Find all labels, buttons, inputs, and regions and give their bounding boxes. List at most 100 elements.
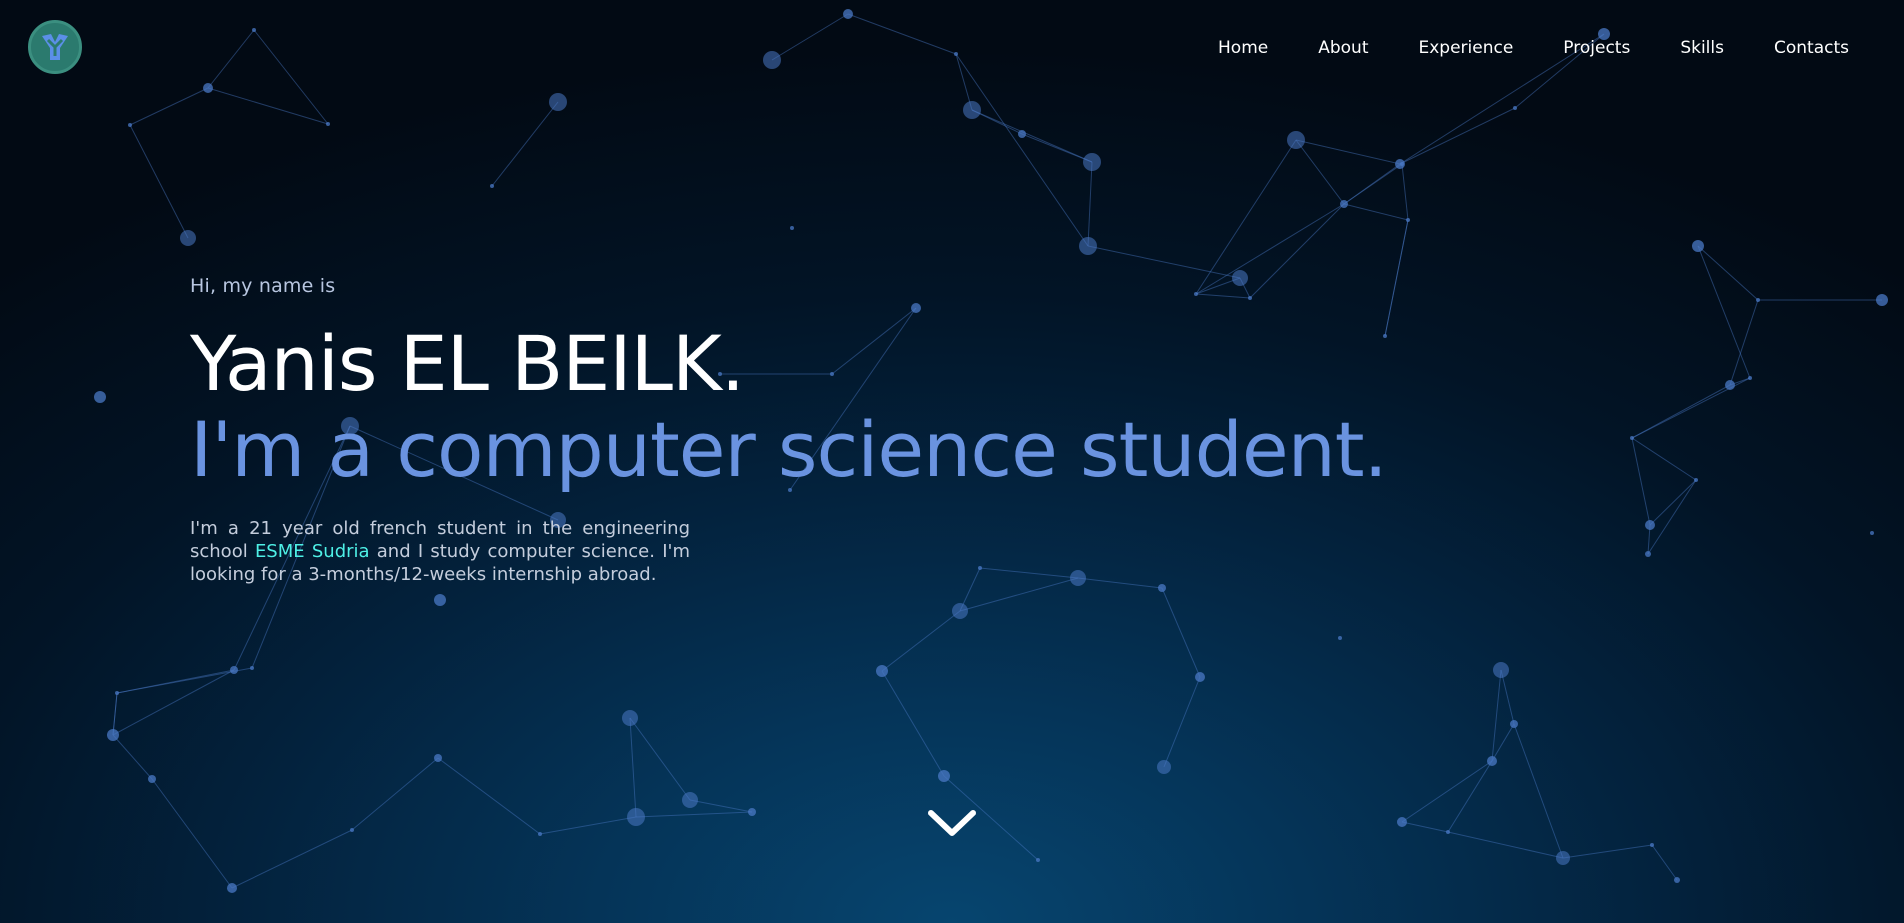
network-node: [434, 754, 442, 762]
network-link: [635, 811, 753, 818]
network-node: [350, 828, 354, 832]
network-link: [689, 799, 753, 813]
nav-experience[interactable]: Experience: [1418, 38, 1513, 58]
network-node: [952, 603, 968, 619]
network-link: [771, 13, 849, 61]
network-node: [1513, 106, 1517, 110]
nav-home[interactable]: Home: [1218, 38, 1268, 58]
network-node: [252, 28, 256, 32]
network-link: [1647, 479, 1697, 555]
network-link: [1343, 163, 1403, 205]
network-node: [1400, 162, 1404, 166]
network-link: [881, 670, 945, 777]
network-link: [1087, 161, 1093, 247]
nav-skills[interactable]: Skills: [1680, 38, 1724, 58]
network-link: [112, 669, 235, 736]
network-link: [847, 13, 957, 55]
hero-greeting: Hi, my name is: [190, 275, 336, 297]
network-link: [1401, 760, 1493, 823]
network-node: [1630, 436, 1634, 440]
network-link: [1447, 831, 1564, 859]
network-node: [1645, 520, 1655, 530]
network-node: [622, 710, 638, 726]
network-link: [151, 778, 233, 889]
network-node: [1493, 662, 1509, 678]
network-link: [1651, 844, 1678, 881]
network-link: [112, 692, 118, 736]
scroll-down-button[interactable]: [926, 806, 978, 840]
hero-section: Hi, my name is Yanis EL BEILK. I'm a com…: [190, 275, 1388, 586]
network-node: [954, 52, 958, 56]
y-logo-icon: [42, 34, 68, 60]
network-node: [538, 832, 542, 836]
network-link: [1631, 437, 1651, 526]
network-node: [1397, 817, 1407, 827]
network-node: [1083, 153, 1101, 171]
site-logo[interactable]: [28, 20, 82, 74]
network-node: [549, 93, 567, 111]
network-node: [1674, 877, 1680, 883]
network-node: [115, 691, 119, 695]
network-node: [1870, 531, 1874, 535]
network-node: [434, 594, 446, 606]
network-node: [326, 122, 330, 126]
network-link: [539, 816, 637, 835]
network-link: [112, 734, 153, 780]
nav-about[interactable]: About: [1318, 38, 1368, 58]
nav-contacts[interactable]: Contacts: [1774, 38, 1849, 58]
network-link: [955, 53, 1089, 247]
network-link: [1513, 723, 1564, 859]
network-link: [1399, 107, 1516, 165]
network-link: [1697, 245, 1751, 379]
network-node: [876, 665, 888, 677]
network-link: [971, 109, 1093, 163]
network-node: [1748, 376, 1752, 380]
network-node: [180, 230, 196, 246]
network-node: [790, 226, 794, 230]
network-node: [1406, 218, 1410, 222]
network-node: [1287, 131, 1305, 149]
network-link: [1163, 676, 1201, 768]
network-link: [437, 757, 541, 835]
network-node: [1487, 756, 1497, 766]
network-node: [1157, 760, 1171, 774]
hero-name: Yanis EL BEILK.: [190, 319, 745, 408]
network-node: [203, 83, 213, 93]
network-link: [1500, 669, 1515, 725]
network-link: [881, 610, 961, 672]
network-link: [207, 29, 255, 89]
network-link: [129, 124, 189, 239]
hero-bio: I'm a 21 year old french student in the …: [190, 517, 690, 586]
network-link: [1562, 844, 1653, 859]
network-link: [1195, 139, 1297, 295]
hero-tagline: I'm a computer science student.: [190, 405, 1388, 494]
network-node: [1338, 636, 1342, 640]
network-link: [1649, 479, 1697, 526]
network-node: [1079, 237, 1097, 255]
network-node: [1446, 830, 1450, 834]
network-link: [1343, 203, 1409, 221]
network-node: [1756, 298, 1760, 302]
network-link: [129, 87, 209, 126]
network-link: [207, 87, 329, 125]
network-node: [627, 808, 645, 826]
network-node: [94, 391, 106, 403]
network-link: [491, 101, 559, 187]
network-node: [107, 729, 119, 741]
network-node: [1645, 551, 1651, 557]
network-node: [490, 184, 494, 188]
network-node: [748, 808, 756, 816]
network-link: [253, 29, 329, 125]
network-node: [148, 775, 156, 783]
network-node: [963, 101, 981, 119]
network-link: [1631, 437, 1697, 481]
network-node: [1876, 294, 1888, 306]
network-link: [1161, 587, 1201, 678]
school-link[interactable]: ESME Sudria: [255, 541, 370, 562]
network-node: [250, 666, 254, 670]
nav-projects[interactable]: Projects: [1563, 38, 1630, 58]
network-node: [843, 9, 853, 19]
network-link: [1384, 219, 1409, 337]
network-node: [1692, 240, 1704, 252]
network-node: [1340, 200, 1348, 208]
